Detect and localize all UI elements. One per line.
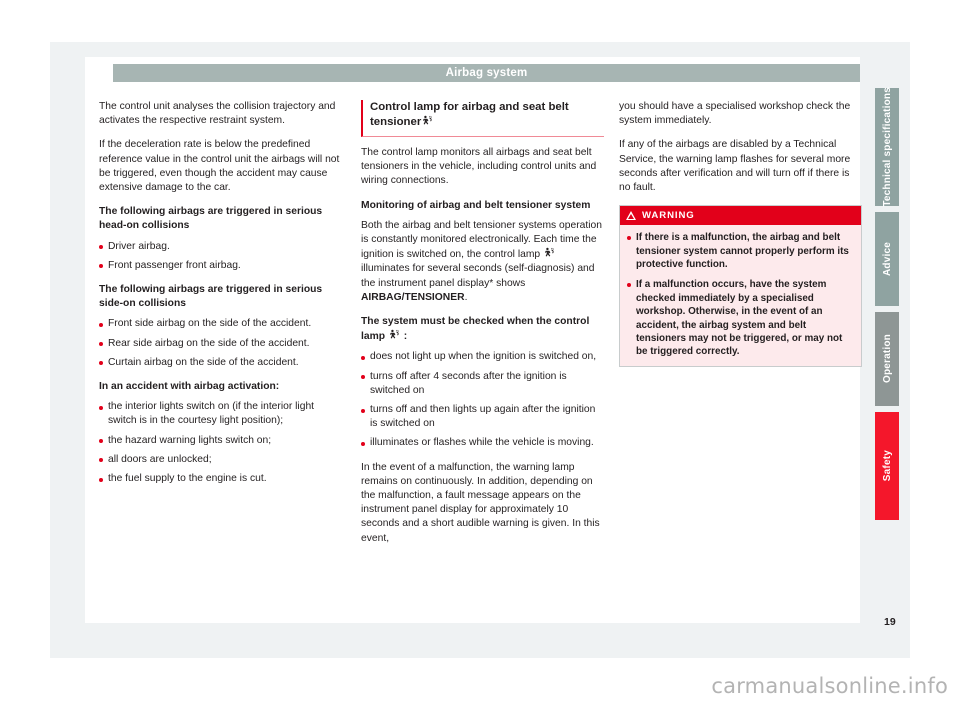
list-item: Front side airbag on the side of the acc… bbox=[99, 317, 342, 331]
right-paragraph-1: you should have a specialised workshop c… bbox=[619, 101, 851, 127]
left-paragraph-1: The control unit analyses the collision … bbox=[99, 101, 336, 127]
warning-box-title-bar: WARNING bbox=[620, 206, 861, 226]
middle-paragraph-2: Both the airbag and belt tensioner syste… bbox=[361, 219, 604, 305]
manual-page: Airbag system The control unit analyses … bbox=[0, 0, 960, 708]
heading-head-on-collisions: The following airbags are triggered in s… bbox=[99, 206, 323, 232]
list-item: the interior lights switch on (if the in… bbox=[99, 400, 342, 428]
list-item: Driver airbag. bbox=[99, 240, 342, 254]
airbag-icon bbox=[389, 329, 400, 340]
heading-system-check: The system must be checked when the cont… bbox=[361, 315, 604, 344]
heading-system-check-part-2: : bbox=[403, 331, 408, 343]
list-item: turns off after 4 seconds after the igni… bbox=[361, 370, 604, 398]
running-head-bar: Airbag system bbox=[113, 64, 860, 82]
tab-technical-specifications[interactable]: Technical specifications bbox=[875, 87, 899, 207]
warning-bullet-list: If there is a malfunction, the airbag an… bbox=[627, 231, 854, 359]
middle-paragraph-2-part-1: Both the airbag and belt tensioner syste… bbox=[361, 219, 602, 261]
list-item: illuminates or flashes while the vehicle… bbox=[361, 436, 604, 450]
watermark: carmanualsonline.info bbox=[711, 674, 948, 698]
heading-side-on-collisions: The following airbags are triggered in s… bbox=[99, 284, 323, 310]
airbag-icon bbox=[422, 115, 433, 126]
tab-safety[interactable]: Safety bbox=[875, 412, 899, 520]
middle-paragraph-1: The control lamp monitors all airbags an… bbox=[361, 147, 597, 187]
list-item: Rear side airbag on the side of the acci… bbox=[99, 337, 342, 351]
middle-paragraph-2-part-2: illuminates for several seconds (self-di… bbox=[361, 263, 595, 289]
tab-label: Safety bbox=[881, 450, 893, 482]
list-item: Curtain airbag on the side of the accide… bbox=[99, 356, 342, 370]
list-system-check-conditions: does not light up when the ignition is s… bbox=[361, 350, 604, 450]
list-item: the fuel supply to the engine is cut. bbox=[99, 472, 342, 486]
list-item: all doors are unlocked; bbox=[99, 453, 342, 467]
tab-operation[interactable]: Operation bbox=[875, 312, 899, 406]
warning-triangle-icon bbox=[626, 211, 636, 221]
warning-box-body: If there is a malfunction, the airbag an… bbox=[620, 225, 861, 366]
section-heading-label: Control lamp for airbag and seat belt te… bbox=[370, 101, 569, 128]
list-head-on-airbags: Driver airbag. Front passenger front air… bbox=[99, 240, 342, 273]
heading-airbag-activation: In an accident with airbag activation: bbox=[99, 381, 280, 393]
middle-paragraph-3: In the event of a malfunction, the warni… bbox=[361, 461, 600, 544]
warning-box: WARNING If there is a malfunction, the a… bbox=[619, 205, 862, 367]
left-paragraph-2: If the deceleration rate is below the pr… bbox=[99, 139, 340, 194]
airbag-icon bbox=[544, 247, 555, 258]
tab-label: Operation bbox=[881, 334, 893, 384]
tab-label: Technical specifications bbox=[881, 87, 893, 207]
list-item: turns off and then lights up again after… bbox=[361, 403, 604, 431]
column-right: you should have a specialised workshop c… bbox=[619, 100, 862, 377]
heading-monitoring-system: Monitoring of airbag and belt tensioner … bbox=[361, 199, 591, 211]
section-heading-control-lamp: Control lamp for airbag and seat belt te… bbox=[361, 100, 604, 137]
running-head-title: Airbag system bbox=[445, 67, 528, 79]
instrument-display-message: AIRBAG/TENSIONER bbox=[361, 291, 465, 303]
list-airbag-activation: the interior lights switch on (if the in… bbox=[99, 400, 342, 486]
list-item: the hazard warning lights switch on; bbox=[99, 434, 342, 448]
warning-box-title: WARNING bbox=[642, 209, 695, 221]
middle-paragraph-2-part-3: . bbox=[464, 291, 468, 303]
column-middle: Control lamp for airbag and seat belt te… bbox=[361, 100, 604, 556]
list-side-on-airbags: Front side airbag on the side of the acc… bbox=[99, 317, 342, 370]
list-item: If there is a malfunction, the airbag an… bbox=[627, 231, 854, 271]
page-number: 19 bbox=[884, 616, 896, 628]
section-tabs: Technical specifications Advice Operatio… bbox=[875, 87, 899, 526]
list-item: does not light up when the ignition is s… bbox=[361, 350, 604, 364]
list-item: Front passenger front airbag. bbox=[99, 259, 342, 273]
tab-label: Advice bbox=[881, 242, 893, 276]
column-left: The control unit analyses the collision … bbox=[99, 100, 342, 496]
right-paragraph-2: If any of the airbags are disabled by a … bbox=[619, 139, 851, 194]
list-item: If a malfunction occurs, have the system… bbox=[627, 278, 854, 358]
tab-advice[interactable]: Advice bbox=[875, 212, 899, 306]
